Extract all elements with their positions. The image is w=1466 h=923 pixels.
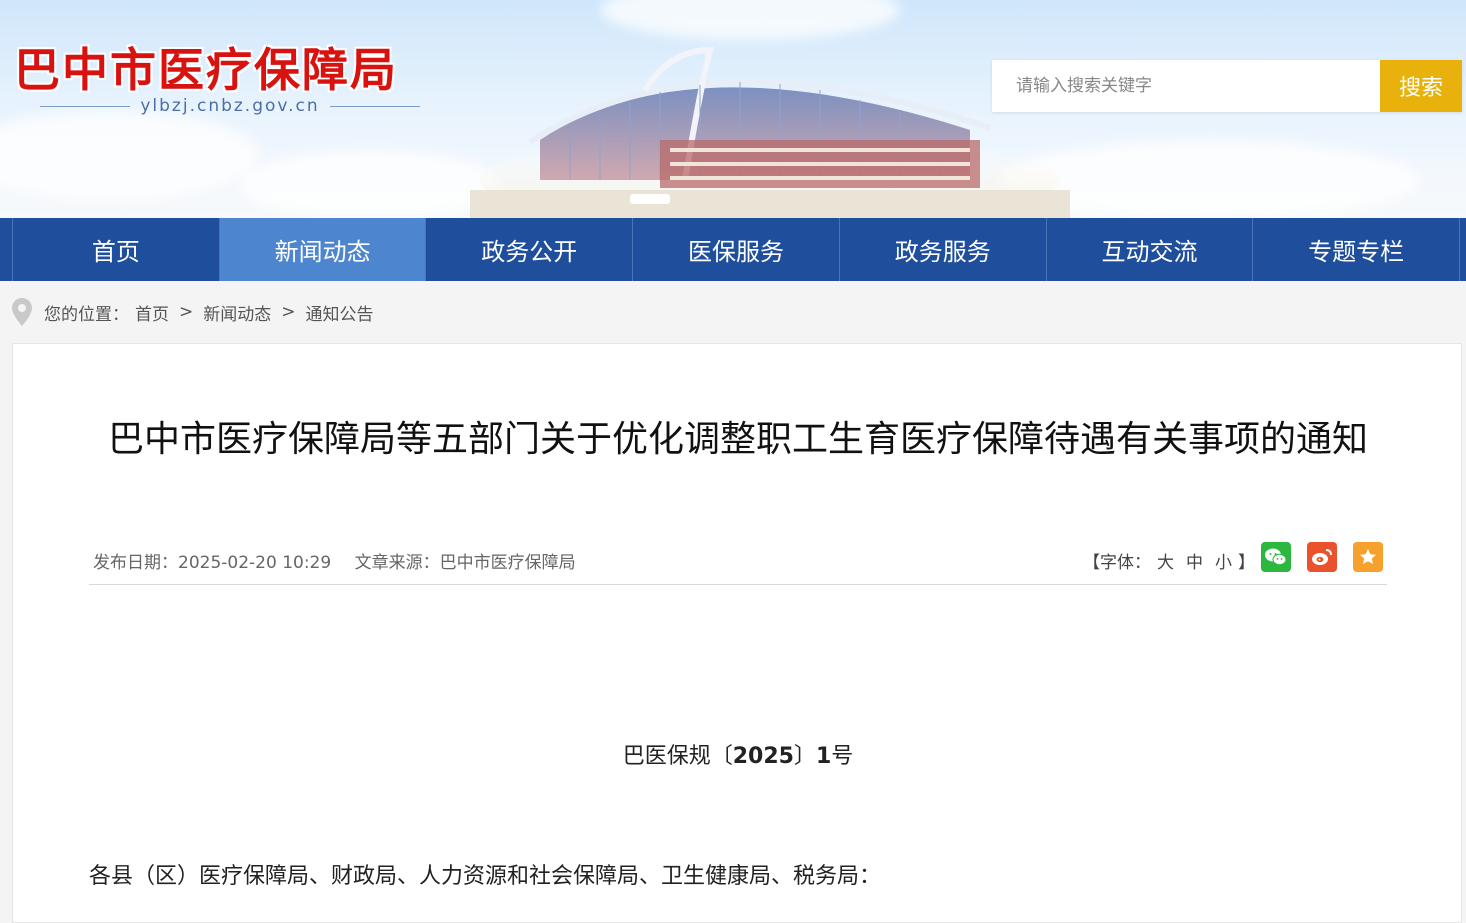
font-size-medium[interactable]: 中 [1186, 553, 1203, 573]
doc-number-suffix: 号 [831, 744, 854, 769]
nav-item-government-services[interactable]: 政务服务 [840, 218, 1047, 281]
weibo-icon [1312, 549, 1332, 565]
location-pin-icon [12, 298, 32, 326]
site-logo-title[interactable]: 巴中市医疗保障局 [14, 34, 398, 100]
site-domain: ylbzj.cnbz.gov.cn [40, 96, 421, 116]
nav-item-interaction[interactable]: 互动交流 [1047, 218, 1254, 281]
search-input[interactable] [992, 60, 1380, 112]
search-button[interactable]: 搜索 [1380, 60, 1462, 112]
breadcrumb-separator: > [281, 302, 296, 322]
breadcrumb-separator: > [179, 302, 194, 322]
cloud-decoration [240, 150, 500, 218]
stadium-banner-image [470, 46, 1070, 218]
meta-divider [89, 584, 1387, 585]
publish-date: 2025-02-20 10:29 [178, 553, 332, 573]
article-meta: 发布日期：2025-02-20 10:29 文章来源：巴中市医疗保障局 [93, 548, 590, 573]
nav-item-government-affairs[interactable]: 政务公开 [426, 218, 634, 281]
doc-number-mid: 〕 [793, 744, 816, 769]
favorite-button[interactable] [1353, 542, 1383, 572]
font-control-open: 【字体： [1083, 553, 1151, 573]
main-nav: 首页 新闻动态 政务公开 医保服务 政务服务 互动交流 专题专栏 [0, 218, 1466, 281]
star-icon [1360, 549, 1376, 564]
article-container: 巴中市医疗保障局等五部门关于优化调整职工生育医疗保障待遇有关事项的通知 发布日期… [12, 343, 1462, 923]
article-title: 巴中市医疗保障局等五部门关于优化调整职工生育医疗保障待遇有关事项的通知 [107, 419, 1368, 460]
share-weibo-button[interactable] [1307, 542, 1337, 572]
source-label: 文章来源： [354, 553, 440, 573]
breadcrumb-home[interactable]: 首页 [135, 300, 169, 325]
publish-date-label: 发布日期： [93, 553, 178, 573]
document-number: 巴医保规〔2025〕1号 [13, 738, 1463, 770]
nav-item-news[interactable]: 新闻动态 [219, 218, 427, 281]
breadcrumb-news[interactable]: 新闻动态 [203, 300, 271, 325]
doc-number-num: 1 [815, 744, 832, 769]
article-source: 巴中市医疗保障局 [439, 553, 576, 573]
nav-item-medical-insurance-services[interactable]: 医保服务 [633, 218, 840, 281]
divider-line [329, 105, 421, 107]
breadcrumb-prefix: 您的位置： [44, 304, 129, 325]
doc-number-prefix: 巴医保规〔 [622, 744, 733, 769]
nav-item-home[interactable]: 首页 [12, 218, 220, 281]
site-domain-text: ylbzj.cnbz.gov.cn [140, 96, 320, 116]
breadcrumb-notices[interactable]: 通知公告 [306, 300, 374, 325]
search-bar: 搜索 [992, 60, 1462, 112]
breadcrumb: 您的位置： 首页 > 新闻动态 > 通知公告 [0, 281, 1466, 343]
font-size-control: 【字体： 大中小】 [1083, 548, 1255, 573]
doc-number-year: 2025 [732, 744, 794, 769]
article-addressee: 各县（区）医疗保障局、财政局、人力资源和社会保障局、卫生健康局、税务局： [89, 864, 882, 889]
nav-item-special-topics[interactable]: 专题专栏 [1253, 218, 1461, 281]
wechat-icon [1265, 548, 1287, 566]
font-size-large[interactable]: 大 [1157, 553, 1174, 573]
cloud-decoration [0, 110, 260, 200]
font-control-close: 】 [1238, 553, 1255, 573]
site-header: 巴中市医疗保障局 ylbzj.cnbz.gov.cn 请输入搜索关键字 搜索 [0, 0, 1466, 218]
font-size-small[interactable]: 小 [1215, 553, 1232, 573]
share-wechat-button[interactable] [1261, 542, 1291, 572]
divider-line [40, 105, 131, 107]
